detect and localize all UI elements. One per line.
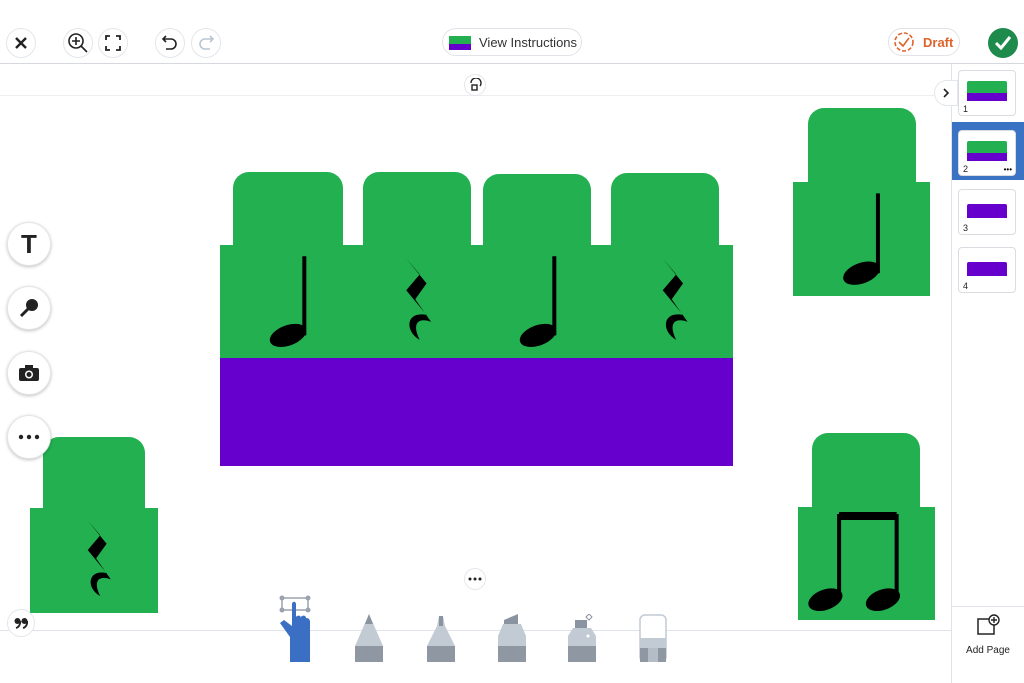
block-body	[793, 182, 930, 296]
block-cap	[611, 173, 719, 255]
add-page-button[interactable]: Add Page	[955, 614, 1021, 660]
block-cap	[363, 172, 471, 255]
redo-button[interactable]	[191, 28, 221, 58]
page-number: 2	[963, 164, 969, 174]
quarter-rest-icon	[662, 258, 688, 340]
draft-icon	[894, 32, 914, 52]
page-more-button[interactable]: •••	[1004, 165, 1012, 174]
collapse-sidebar-button[interactable]	[934, 80, 958, 106]
more-tools-button[interactable]	[7, 415, 51, 459]
camera-tool-button[interactable]	[7, 351, 51, 395]
block-cap	[43, 437, 145, 518]
quote-icon	[14, 618, 28, 629]
quarter-note-icon	[843, 193, 880, 285]
done-button[interactable]	[988, 28, 1018, 58]
block-cap	[808, 108, 916, 192]
text-tool-button[interactable]: T	[7, 222, 51, 266]
block-body	[606, 245, 733, 358]
purple-base-block[interactable]	[220, 358, 733, 466]
undo-icon	[161, 35, 177, 50]
view-instructions-label: View Instructions	[479, 34, 578, 50]
eighth-note-pair-icon	[808, 512, 901, 611]
page-thumbnail-1[interactable]: 1	[958, 70, 1016, 116]
highlighter-tool[interactable]	[497, 614, 527, 662]
top-toolbar: View Instructions Draft	[0, 0, 1024, 64]
select-hand-tool[interactable]	[276, 594, 320, 662]
glitter-pen-tool[interactable]	[567, 614, 599, 662]
block-body	[220, 245, 356, 358]
canvas-more-button[interactable]	[464, 568, 486, 590]
text-icon: T	[21, 228, 37, 259]
pencil-tool[interactable]	[354, 614, 384, 662]
block-cap	[483, 174, 591, 255]
fullscreen-button[interactable]	[98, 28, 128, 58]
quarter-rest-icon	[87, 520, 111, 597]
block-cap	[233, 172, 343, 255]
camera-icon	[19, 365, 39, 381]
undo-button[interactable]	[155, 28, 185, 58]
sidebar-bottom-divider	[951, 606, 1024, 607]
rotate-icon	[470, 78, 482, 91]
quarter-note-icon	[269, 256, 307, 347]
block-body	[798, 507, 935, 620]
lego-bricks-icon	[449, 36, 471, 50]
close-icon	[15, 37, 27, 49]
canvas-bottom-divider	[0, 630, 951, 631]
chevron-right-icon	[943, 88, 950, 98]
page-thumbnail-2[interactable]: 2 •••	[958, 130, 1016, 176]
page-thumbnail-3[interactable]: 3	[958, 189, 1016, 235]
check-icon	[994, 36, 1012, 51]
fullscreen-icon	[105, 35, 121, 51]
zoom-button[interactable]	[63, 28, 93, 58]
block-body	[30, 508, 158, 613]
rotate-button[interactable]	[464, 74, 486, 96]
view-instructions-button[interactable]: View Instructions	[442, 28, 582, 56]
page-number: 1	[963, 104, 969, 114]
block-cap	[812, 433, 920, 517]
block-body	[470, 245, 606, 358]
add-page-label: Add Page	[966, 645, 1010, 656]
redo-icon	[199, 35, 215, 50]
quarter-note-icon	[519, 256, 557, 347]
zoom-in-icon	[68, 33, 88, 53]
page-number: 4	[963, 281, 969, 291]
page-number: 3	[963, 223, 969, 233]
add-page-icon	[977, 614, 1000, 635]
microphone-icon	[19, 299, 38, 318]
page-thumbnail-4[interactable]: 4	[958, 247, 1016, 293]
draft-label: Draft	[923, 34, 954, 50]
quote-button[interactable]	[7, 609, 35, 637]
more-icon	[18, 434, 40, 440]
marker-tool[interactable]	[426, 614, 456, 662]
quarter-rest-icon	[406, 258, 432, 340]
more-icon	[468, 577, 482, 581]
block-body	[356, 245, 470, 358]
eraser-tool[interactable]	[639, 614, 669, 662]
close-button[interactable]	[6, 28, 36, 58]
draft-button[interactable]: Draft	[888, 28, 960, 56]
microphone-tool-button[interactable]	[7, 286, 51, 330]
